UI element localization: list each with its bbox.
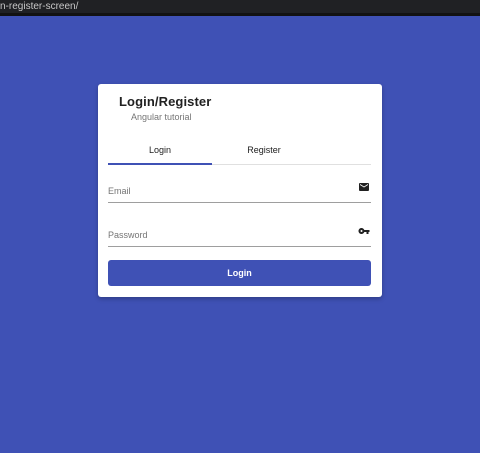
login-button[interactable]: Login (108, 260, 371, 286)
card-title: Login/Register (119, 94, 212, 109)
active-tab-indicator (108, 163, 212, 165)
mail-icon (359, 183, 369, 191)
password-field[interactable] (108, 228, 343, 242)
email-field[interactable] (108, 184, 343, 198)
key-icon (358, 228, 370, 234)
email-form-field (108, 180, 371, 203)
browser-address-bar[interactable]: n-register-screen/ (0, 0, 480, 16)
url-text[interactable]: n-register-screen/ (0, 0, 78, 14)
tab-group: Login Register (108, 142, 371, 165)
card-subtitle: Angular tutorial (131, 112, 192, 122)
login-register-card: Login/Register Angular tutorial Login Re… (98, 84, 382, 297)
tab-register[interactable]: Register (212, 142, 316, 164)
tab-login[interactable]: Login (108, 142, 212, 164)
password-form-field (108, 224, 371, 247)
browser-bar-divider (0, 13, 480, 16)
